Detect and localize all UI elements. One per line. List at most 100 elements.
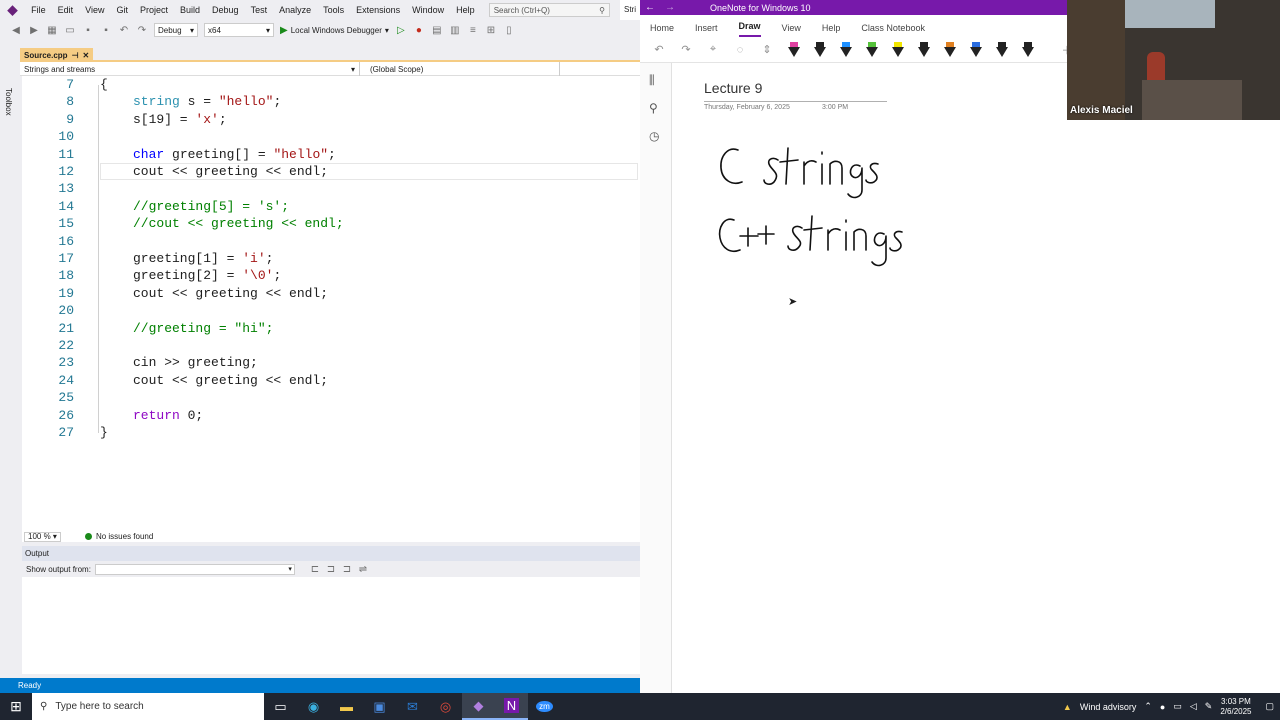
bookmark-icon[interactable]: ▯	[503, 25, 515, 36]
code-line[interactable]: 26 return 0;	[22, 407, 640, 424]
taskbar-search[interactable]: ⚲ Type here to search	[32, 693, 264, 720]
code-line[interactable]: 23 cin >> greeting;	[22, 354, 640, 371]
forward-icon[interactable]: ▶	[28, 25, 40, 36]
notifications-icon[interactable]: ▢	[1265, 701, 1274, 712]
code-line[interactable]: 7{	[22, 76, 640, 93]
pen-7-icon[interactable]	[941, 40, 959, 60]
undo-icon[interactable]: ↶	[650, 43, 668, 56]
output-source-select[interactable]: ▾	[94, 563, 295, 575]
menu-edit[interactable]: Edit	[52, 0, 80, 20]
pen-6-icon[interactable]	[915, 40, 933, 60]
pen-8-icon[interactable]	[967, 40, 985, 60]
toolbar-icon[interactable]: ≡	[467, 25, 479, 36]
tab-class-notebook[interactable]: Class Notebook	[861, 23, 925, 37]
project-select[interactable]: Strings and streams ▾	[20, 62, 360, 76]
toolbar-icon[interactable]: ▥	[449, 25, 461, 36]
configuration-select[interactable]: Debug ▾	[154, 23, 198, 37]
pen-2-icon[interactable]	[811, 40, 829, 60]
menu-test[interactable]: Test	[245, 0, 274, 20]
visual-studio-icon[interactable]: ◆	[462, 693, 495, 720]
toolbar-icon[interactable]: ▤	[431, 25, 443, 36]
add-space-icon[interactable]: ⇕	[758, 43, 776, 56]
word-wrap-icon[interactable]: ⇌	[357, 564, 369, 575]
vs-search-box[interactable]: Search (Ctrl+Q) ⚲	[488, 3, 610, 17]
page-title[interactable]: Lecture 9	[704, 80, 762, 96]
menu-extensions[interactable]: Extensions	[350, 0, 406, 20]
microphone-icon[interactable]: ●	[1160, 702, 1165, 712]
save-icon[interactable]: ▪	[82, 25, 94, 36]
file-explorer-icon[interactable]: ▬	[330, 693, 363, 720]
menu-file[interactable]: File	[25, 0, 52, 20]
pen-5-icon[interactable]	[889, 40, 907, 60]
back-icon[interactable]: ←	[640, 2, 660, 13]
menu-view[interactable]: View	[79, 0, 110, 20]
menu-build[interactable]: Build	[174, 0, 206, 20]
tab-draw[interactable]: Draw	[738, 21, 761, 37]
search-icon[interactable]: ⚲	[649, 101, 658, 115]
mail-icon[interactable]: ✉	[396, 693, 429, 720]
task-view-icon[interactable]: ▭	[264, 693, 297, 720]
zoom-icon[interactable]: zm	[528, 693, 561, 720]
notebooks-icon[interactable]: ⫼	[649, 73, 655, 88]
redo-icon[interactable]: ↷	[677, 43, 695, 56]
next-icon[interactable]: ⊐	[341, 564, 353, 575]
pen-1-icon[interactable]	[785, 40, 803, 60]
code-line[interactable]: 20	[22, 302, 640, 319]
pen-3-icon[interactable]	[837, 40, 855, 60]
code-line[interactable]: 25	[22, 389, 640, 406]
code-line[interactable]: 10	[22, 128, 640, 145]
code-line[interactable]: 12 cout << greeting << endl;	[22, 163, 640, 180]
toolbox-tab[interactable]: Toolbox	[4, 88, 13, 116]
onenote-page[interactable]: Lecture 9 Thursday, February 6, 2025 3:0…	[672, 63, 1280, 693]
menu-debug[interactable]: Debug	[206, 0, 245, 20]
code-line[interactable]: 13	[22, 180, 640, 197]
pen-4-icon[interactable]	[863, 40, 881, 60]
chrome-icon[interactable]: ◎	[429, 693, 462, 720]
code-line[interactable]: 24 cout << greeting << endl;	[22, 372, 640, 389]
redo-icon[interactable]: ↷	[136, 25, 148, 36]
close-icon[interactable]: ✕	[83, 51, 90, 60]
tab-home[interactable]: Home	[650, 23, 674, 37]
prev-icon[interactable]: ⊐	[325, 564, 337, 575]
edge-icon[interactable]: ◉	[297, 693, 330, 720]
back-icon[interactable]: ◀	[10, 25, 22, 36]
code-editor[interactable]: 7{8 string s = "hello"; 9 s[19] = 'x'; 10 11 c…	[22, 76, 640, 531]
volume-icon[interactable]: ◁	[1190, 701, 1197, 712]
code-line[interactable]: 19 cout << greeting << endl;	[22, 285, 640, 302]
menu-help[interactable]: Help	[450, 0, 481, 20]
code-line[interactable]: 17 greeting[1] = 'i';	[22, 250, 640, 267]
tab-help[interactable]: Help	[822, 23, 841, 37]
pen-icon[interactable]: ✎	[1205, 701, 1213, 712]
new-project-icon[interactable]: ▦	[46, 25, 58, 36]
code-line[interactable]: 8 string s = "hello";	[22, 93, 640, 110]
code-line[interactable]: 22	[22, 337, 640, 354]
scope-select[interactable]: (Global Scope)	[360, 62, 560, 76]
pin-icon[interactable]: ⊣	[72, 51, 79, 60]
recent-icon[interactable]: ◷	[649, 129, 659, 143]
start-without-debugging-icon[interactable]: ▷	[395, 25, 407, 36]
start-button[interactable]: ⊞	[0, 698, 32, 715]
weather-text[interactable]: Wind advisory	[1080, 702, 1137, 712]
menu-git[interactable]: Git	[110, 0, 134, 20]
local-debugger-button[interactable]: ▶ Local Windows Debugger ▾	[280, 25, 389, 36]
code-line[interactable]: 18 greeting[2] = '\0';	[22, 267, 640, 284]
platform-select[interactable]: x64 ▾	[204, 23, 274, 37]
code-line[interactable]: 15 //cout << greeting << endl;	[22, 215, 640, 232]
undo-icon[interactable]: ↶	[118, 25, 130, 36]
chevron-up-icon[interactable]: ⌃	[1144, 701, 1152, 712]
menu-window[interactable]: Window	[406, 0, 450, 20]
clear-icon[interactable]: ⊏	[309, 564, 321, 575]
network-icon[interactable]: ▭	[1173, 701, 1182, 712]
tab-source-cpp[interactable]: Source.cpp ⊣ ✕	[20, 48, 94, 62]
pen-10-icon[interactable]	[1019, 40, 1037, 60]
onenote-icon[interactable]: N	[495, 693, 528, 720]
code-line[interactable]: 9 s[19] = 'x';	[22, 111, 640, 128]
lasso-select-icon[interactable]: ⌖	[704, 43, 722, 56]
code-line[interactable]: 21 //greeting = "hi";	[22, 320, 640, 337]
code-line[interactable]: 14 //greeting[5] = 's';	[22, 198, 640, 215]
tab-insert[interactable]: Insert	[695, 23, 718, 37]
eraser-icon[interactable]: ◌	[731, 44, 749, 56]
toolbar-icon[interactable]: ⊞	[485, 25, 497, 36]
menu-analyze[interactable]: Analyze	[273, 0, 317, 20]
zoom-select[interactable]: 100 % ▾	[24, 531, 61, 542]
